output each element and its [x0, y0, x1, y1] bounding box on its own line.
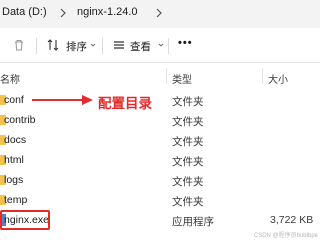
sort-button[interactable]: 排序 [46, 37, 98, 53]
column-divider[interactable] [166, 68, 167, 84]
column-header-type[interactable]: 类型 [172, 71, 192, 86]
file-type: 文件夹 [172, 176, 204, 188]
breadcrumb-drive[interactable]: Data (D:) [2, 6, 47, 18]
file-type: 应用程序 [172, 216, 214, 228]
list-item[interactable]: logs 文件夹 [0, 170, 320, 190]
list-item[interactable]: contrib 文件夹 [0, 110, 320, 130]
command-bar: 排序 查看 ••• [0, 28, 320, 63]
file-type: 文件夹 [172, 96, 204, 108]
view-button[interactable]: 查看 [112, 37, 166, 53]
file-name: conf [4, 94, 24, 106]
list-item[interactable]: docs 文件夹 [0, 130, 320, 150]
view-list-icon [114, 41, 124, 49]
annotation-arrow-icon [32, 95, 93, 105]
annotation-label: 配置目录 [98, 96, 152, 112]
file-type: 文件夹 [172, 136, 204, 148]
watermark: CSDN @程序员boblbpe [253, 233, 318, 239]
sort-icon [47, 39, 59, 51]
file-type: 文件夹 [172, 116, 204, 128]
toolbar-divider [102, 38, 103, 54]
file-name: temp [4, 194, 28, 206]
file-size: 3,722 KB [270, 214, 314, 226]
view-label: 查看 [130, 41, 151, 53]
file-type: 文件夹 [172, 156, 204, 168]
file-type: 文件夹 [172, 196, 204, 208]
file-name: logs [4, 174, 24, 186]
toolbar-divider [36, 38, 37, 54]
address-bar[interactable]: Data (D:) nginx-1.24.0 [0, 0, 320, 29]
file-name: docs [4, 134, 27, 146]
chevron-down-icon [158, 43, 164, 47]
more-options-button[interactable]: ••• [178, 37, 194, 53]
breadcrumb-folder[interactable]: nginx-1.24.0 [77, 6, 138, 18]
sort-label: 排序 [66, 41, 87, 53]
chevron-right-icon [60, 8, 66, 18]
column-header-name[interactable]: 名称 [0, 71, 20, 86]
trash-icon [15, 39, 23, 51]
chevron-down-icon [90, 43, 96, 47]
list-item[interactable]: temp 文件夹 [0, 190, 320, 210]
toolbar-divider [168, 38, 169, 54]
column-divider[interactable] [262, 68, 263, 84]
list-item[interactable]: html 文件夹 [0, 150, 320, 170]
delete-button[interactable] [12, 37, 28, 53]
file-name: contrib [4, 114, 36, 126]
column-header-size[interactable]: 大小 [268, 71, 288, 86]
column-header-row: 名称 类型 大小 [0, 66, 320, 86]
highlight-box [0, 210, 50, 230]
file-name: html [4, 154, 24, 166]
chevron-right-icon[interactable] [152, 6, 166, 20]
more-icon: ••• [178, 37, 193, 49]
